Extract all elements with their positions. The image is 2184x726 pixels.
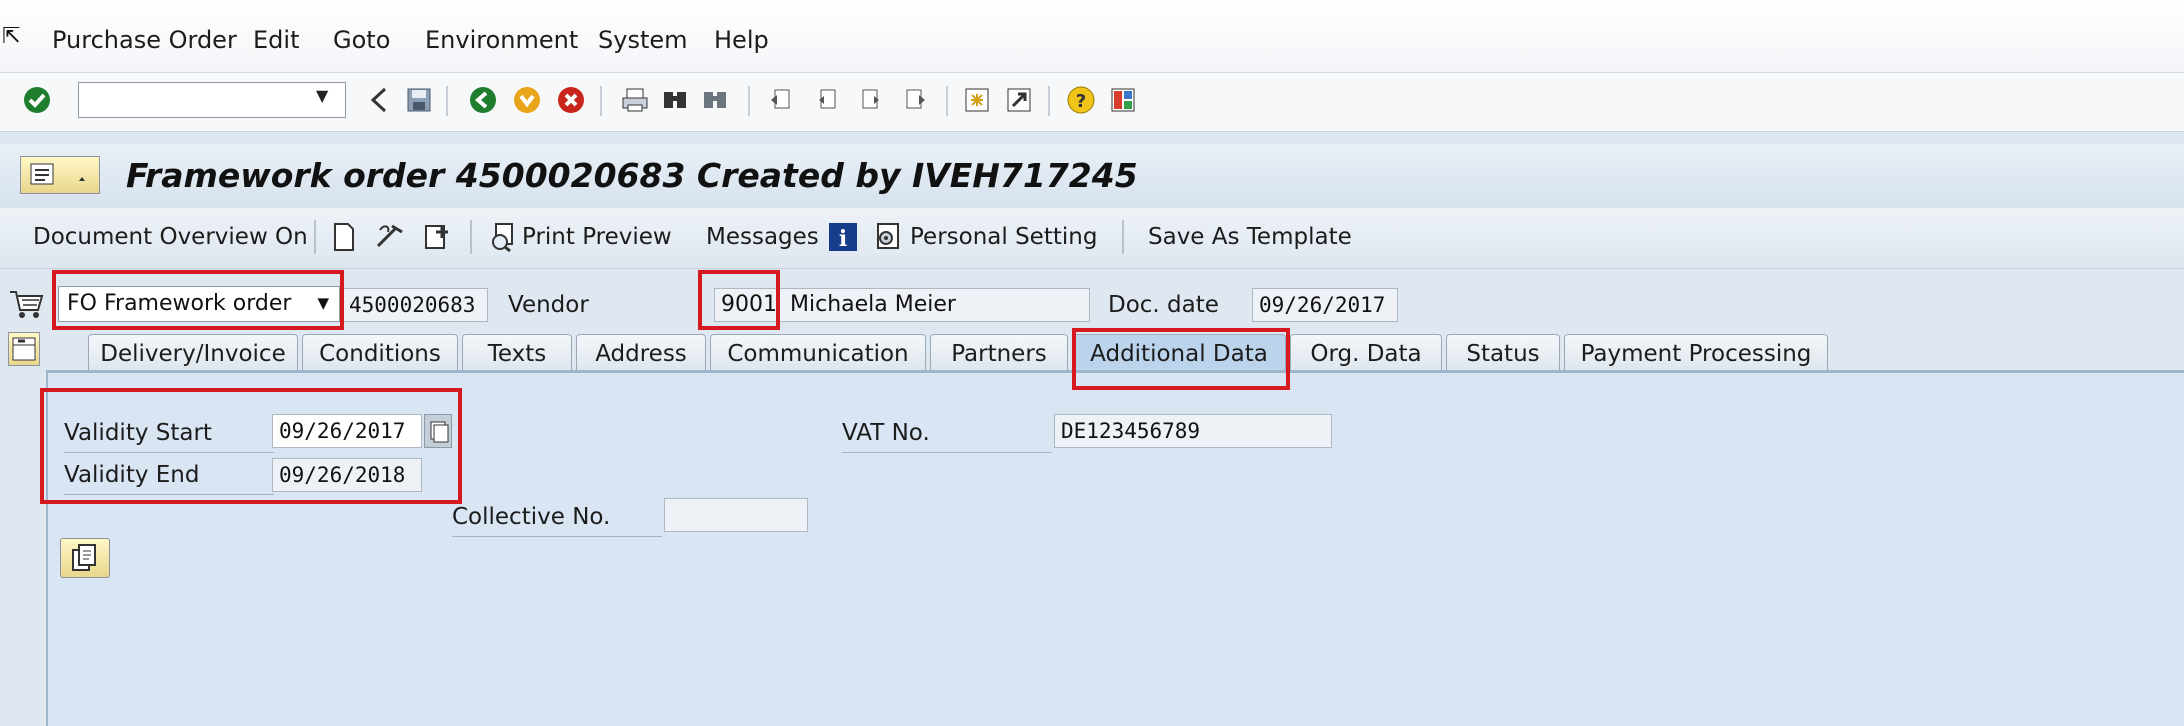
menu-system[interactable]: System xyxy=(598,26,688,54)
toolbar-separator xyxy=(748,86,750,116)
validity-start-label: Validity Start xyxy=(64,420,212,446)
create-session-icon[interactable] xyxy=(962,85,992,115)
toolbar-separator xyxy=(1048,86,1050,116)
calendar-picker-icon[interactable] xyxy=(424,414,452,448)
menu-help[interactable]: Help xyxy=(714,26,769,54)
save-as-template-button[interactable]: Save As Template xyxy=(1148,224,1352,250)
vat-no-field[interactable]: DE123456789 xyxy=(1054,414,1332,448)
customize-layout-icon[interactable] xyxy=(1108,85,1138,115)
svg-text:?: ? xyxy=(1076,91,1086,112)
tab-texts[interactable]: Texts xyxy=(462,334,572,372)
check-icon[interactable] xyxy=(422,222,452,256)
menu-options-icon[interactable]: ⇱ xyxy=(2,24,20,49)
collective-no-field[interactable] xyxy=(664,498,808,532)
menu-edit[interactable]: Edit xyxy=(253,26,299,54)
toolbar-separator xyxy=(470,220,472,254)
copy-icon xyxy=(72,544,96,571)
validity-start-field[interactable]: 09/26/2017 xyxy=(272,414,422,448)
expand-header-icon[interactable] xyxy=(8,332,40,366)
menu-purchase-order[interactable]: Purchase Order xyxy=(52,26,237,54)
vendor-number: 9001 xyxy=(721,292,777,317)
order-type-select[interactable]: FO Framework order ▼ xyxy=(58,286,340,322)
po-number-field[interactable]: 4500020683 xyxy=(342,288,488,322)
tab-status[interactable]: Status xyxy=(1446,334,1560,372)
print-icon[interactable] xyxy=(620,85,650,115)
menu-environment[interactable]: Environment xyxy=(425,26,578,54)
vendor-label: Vendor xyxy=(508,292,589,318)
svg-text:i: i xyxy=(839,226,847,252)
vendor-name: Michaela Meier xyxy=(790,292,956,317)
toolbar-separator xyxy=(314,220,316,254)
shortcut-icon[interactable] xyxy=(1004,85,1034,115)
find-icon[interactable] xyxy=(660,85,690,115)
info-icon[interactable]: i xyxy=(828,222,858,256)
vat-no-label: VAT No. xyxy=(842,420,930,446)
back-green-icon[interactable] xyxy=(468,85,498,115)
previous-page-icon[interactable] xyxy=(812,85,842,115)
toolbar-separator xyxy=(600,86,602,116)
personal-setting-button[interactable]: Personal Setting xyxy=(910,224,1097,250)
enter-check-icon[interactable] xyxy=(22,85,52,115)
hold-icon[interactable] xyxy=(374,222,406,256)
print-preview-icon[interactable] xyxy=(488,222,518,256)
cancel-icon[interactable] xyxy=(556,85,586,115)
toolbar-separator xyxy=(446,86,448,116)
vendor-field[interactable]: 9001 Michaela Meier xyxy=(714,288,1090,322)
cart-icon[interactable] xyxy=(8,286,44,324)
new-document-icon[interactable] xyxy=(332,222,356,256)
tab-partners[interactable]: Partners xyxy=(930,334,1068,372)
tab-org-data[interactable]: Org. Data xyxy=(1290,334,1442,372)
label-underline xyxy=(64,452,274,453)
tab-conditions[interactable]: Conditions xyxy=(302,334,458,372)
validity-end-field[interactable]: 09/26/2018 xyxy=(272,458,422,492)
exit-icon[interactable] xyxy=(512,85,542,115)
label-underline xyxy=(842,452,1052,453)
tab-communication[interactable]: Communication xyxy=(710,334,926,372)
label-underline xyxy=(452,536,662,537)
chevron-down-icon[interactable]: ▼ xyxy=(317,294,329,312)
validity-end-label: Validity End xyxy=(64,462,200,488)
doc-date-label: Doc. date xyxy=(1108,292,1219,318)
personal-setting-icon[interactable] xyxy=(874,222,904,256)
order-type-value: FO Framework order xyxy=(67,291,292,316)
tab-address[interactable]: Address xyxy=(576,334,706,372)
doc-date-field[interactable]: 09/26/2017 xyxy=(1252,288,1398,322)
toolbar-separator xyxy=(946,86,948,116)
menu-bar xyxy=(0,0,2184,73)
last-page-icon[interactable] xyxy=(900,85,930,115)
document-overview-button[interactable]: Document Overview On xyxy=(33,224,308,250)
collective-no-label: Collective No. xyxy=(452,504,611,530)
find-next-icon[interactable] xyxy=(700,85,730,115)
first-page-icon[interactable] xyxy=(766,85,796,115)
command-field[interactable] xyxy=(78,82,346,118)
copy-button[interactable] xyxy=(60,538,110,578)
messages-button[interactable]: Messages xyxy=(706,224,819,250)
page-title: Framework order 4500020683 Created by IV… xyxy=(126,156,1138,195)
chevron-down-icon[interactable]: ▼ xyxy=(316,86,328,105)
save-icon[interactable] xyxy=(404,85,434,115)
print-preview-button[interactable]: Print Preview xyxy=(522,224,672,250)
toolbar-separator xyxy=(1122,220,1124,254)
tab-payment-processing[interactable]: Payment Processing xyxy=(1564,334,1828,372)
menu-goto[interactable]: Goto xyxy=(333,26,390,54)
tab-delivery-invoice[interactable]: Delivery/Invoice xyxy=(88,334,298,372)
label-underline xyxy=(64,494,274,495)
help-icon[interactable]: ? xyxy=(1066,85,1096,115)
back-arrow-icon[interactable] xyxy=(364,85,394,115)
transaction-menu-button[interactable] xyxy=(20,156,100,194)
next-page-icon[interactable] xyxy=(856,85,886,115)
tab-additional-data[interactable]: Additional Data xyxy=(1072,334,1286,372)
